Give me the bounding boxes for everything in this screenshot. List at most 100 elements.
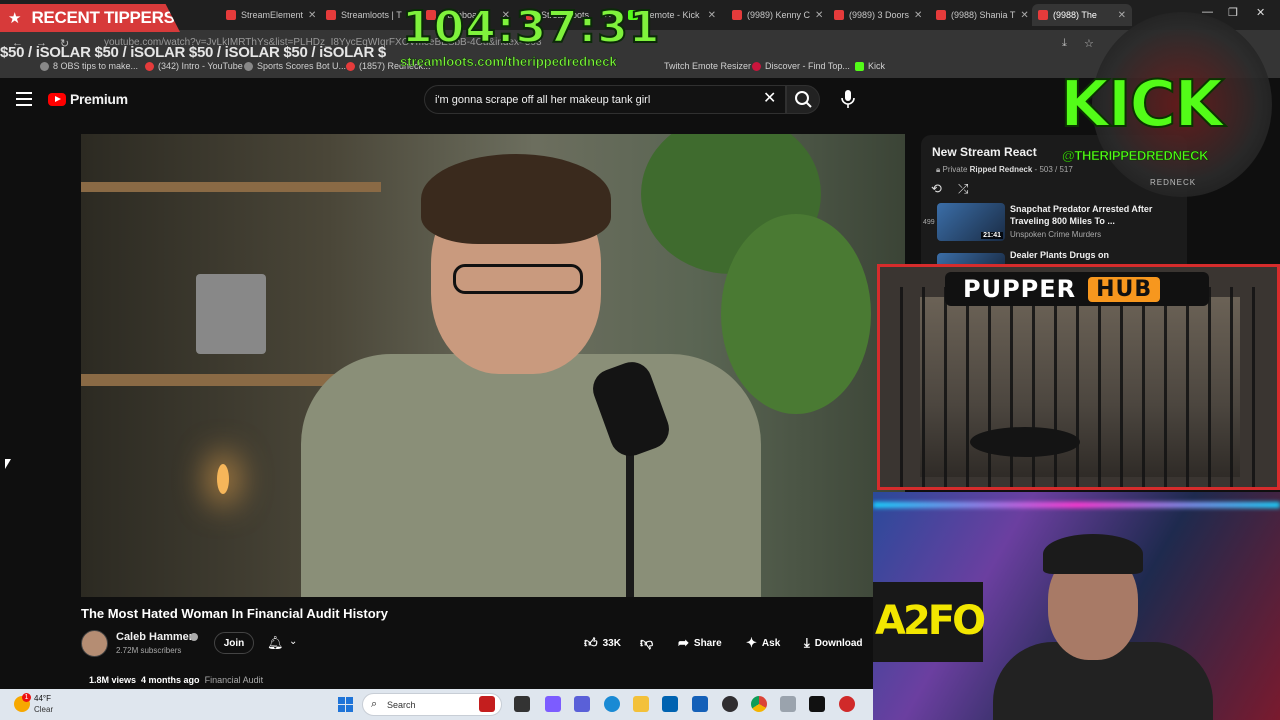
- channel-avatar[interactable]: [81, 630, 108, 657]
- chevron-down-icon[interactable]: ⌄: [289, 636, 297, 647]
- recent-tippers-label: RECENT TIPPERS: [31, 8, 175, 27]
- shelf: [81, 182, 381, 192]
- file-explorer-icon[interactable]: [633, 696, 649, 712]
- weather-condition: Clear: [34, 705, 54, 714]
- browser-tab[interactable]: StreamElement ✕: [220, 4, 318, 26]
- outlook-icon[interactable]: [692, 696, 708, 712]
- bookmark-item[interactable]: Discover - Find Top...: [752, 61, 850, 71]
- terminal-icon[interactable]: [809, 696, 825, 712]
- close-tab-icon[interactable]: ✕: [914, 10, 922, 21]
- share-button[interactable]: ➦ Share: [678, 634, 722, 652]
- hub-word: HUB: [1088, 276, 1161, 302]
- tab-favicon-icon: [1038, 10, 1048, 20]
- tab-favicon-icon: [732, 10, 742, 20]
- bookmark-label: Discover - Find Top...: [765, 61, 850, 71]
- teams-icon[interactable]: [574, 696, 590, 712]
- playlist-owner[interactable]: Ripped Redneck: [970, 165, 1033, 174]
- search-button[interactable]: [786, 85, 820, 114]
- bookmark-item[interactable]: 8 OBS tips to make...: [40, 61, 138, 71]
- ask-button[interactable]: ✦ Ask: [746, 634, 780, 652]
- browser-tab[interactable]: (9988) Shania T ✕: [930, 4, 1030, 26]
- playlist-title[interactable]: New Stream React: [932, 145, 1037, 159]
- sparkle-icon: ✦: [746, 635, 757, 650]
- task-view-icon[interactable]: [514, 696, 530, 712]
- edge-icon[interactable]: [604, 696, 620, 712]
- tab-label: (9989) 3 Doors: [849, 10, 910, 20]
- bookmark-label: (342) Intro - YouTube: [158, 61, 243, 71]
- obs-icon[interactable]: [722, 696, 738, 712]
- ask-label: Ask: [761, 637, 781, 649]
- plant-decoration: [721, 214, 871, 414]
- playlist-item-title: Dealer Plants Drugs on: [1010, 250, 1110, 260]
- loop-icon[interactable]: ⟲: [931, 181, 942, 197]
- bookmark-label: Twitch Emote Resizer: [664, 61, 752, 71]
- taskbar-app-icon[interactable]: [479, 696, 495, 712]
- bookmark-item[interactable]: Twitch Emote Resizer: [664, 61, 751, 71]
- video-tag[interactable]: Financial Audit: [205, 675, 264, 685]
- playlist-item[interactable]: 499 21:41 Snapchat Predator Arrested Aft…: [923, 203, 1183, 243]
- search-input[interactable]: [425, 86, 745, 113]
- windows-start-icon[interactable]: [338, 697, 353, 712]
- webcam-sign-text: A2FO: [875, 598, 986, 644]
- tab-label: (9988) Shania T: [951, 10, 1016, 20]
- notification-bell-icon[interactable]: 🔔︎: [267, 635, 284, 651]
- tipper-ticker: $50 / iSOLAR $50 / iSOLAR $50 / iSOLAR $…: [0, 44, 386, 61]
- kick-handle: @THERIPPEDREDNECK: [1062, 148, 1209, 164]
- store-icon[interactable]: [662, 696, 678, 712]
- video-player[interactable]: [81, 134, 905, 597]
- host-hair: [421, 154, 611, 244]
- microphone-icon: [841, 90, 855, 108]
- close-tab-icon[interactable]: ✕: [308, 10, 316, 21]
- browser-tab[interactable]: (9989) 3 Doors ✕: [828, 4, 928, 26]
- recent-tippers-banner: ★ RECENT TIPPERS: [0, 4, 180, 32]
- verified-icon: [190, 633, 198, 641]
- streamer-webcam: A2FO: [873, 492, 1280, 720]
- emblem-text: REDNECK: [1150, 178, 1197, 187]
- join-button[interactable]: Join: [214, 632, 254, 654]
- weather-badge: 1: [22, 693, 31, 702]
- shuffle-icon[interactable]: ⤮: [958, 181, 968, 197]
- tab-label: Streamloots | T: [341, 10, 402, 20]
- bookmark-item[interactable]: Sports Scores Bot U...: [244, 61, 346, 71]
- tab-favicon-icon: [326, 10, 336, 20]
- channel-name[interactable]: Caleb Hammer: [116, 631, 193, 643]
- download-button[interactable]: ⤓ Download: [804, 634, 863, 652]
- bookmark-favicon-icon: [145, 61, 154, 71]
- thumbs-up-icon: 👍︎: [584, 635, 598, 650]
- youtube-play-icon: [48, 92, 66, 106]
- bookmark-favicon-icon: [244, 61, 253, 71]
- tab-label: (9989) Kenny C: [747, 10, 811, 20]
- share-icon: ➦: [678, 635, 689, 650]
- playlist-privacy: Private: [942, 165, 968, 174]
- download-icon: ⤓: [804, 635, 810, 650]
- lamp: [217, 464, 229, 494]
- youtube-logo[interactable]: Premium: [48, 91, 128, 107]
- close-tab-icon[interactable]: ✕: [708, 10, 716, 21]
- bookmark-item[interactable]: (342) Intro - YouTube: [145, 61, 243, 71]
- dislike-button[interactable]: 👎︎: [640, 634, 653, 652]
- windows-taskbar: 1 44°F Clear ⌕ Search: [0, 689, 873, 720]
- browser-tab[interactable]: (9989) Kenny C ✕: [726, 4, 826, 26]
- host-body: [301, 354, 761, 597]
- like-button[interactable]: 👍︎ 33K: [584, 634, 621, 652]
- mouse-cursor-icon: [5, 459, 11, 469]
- taskbar-app-icon[interactable]: [839, 696, 855, 712]
- bookmark-item[interactable]: Kick: [855, 61, 885, 71]
- chrome-icon[interactable]: [751, 696, 767, 712]
- playlist-item-thumbnail: 21:41: [937, 203, 1005, 241]
- premium-label: Premium: [70, 91, 128, 107]
- weather-temp: 44°F: [34, 694, 51, 703]
- taskbar-app-icon[interactable]: [780, 696, 796, 712]
- search-icon: ⌕: [371, 698, 378, 710]
- menu-icon[interactable]: [16, 92, 32, 106]
- upload-age: 4 months ago: [141, 675, 200, 685]
- tab-label: StreamElement: [241, 10, 304, 20]
- copilot-icon[interactable]: [545, 696, 561, 712]
- kick-logo-text: KICK: [1059, 67, 1225, 143]
- play-button-award: [196, 274, 266, 354]
- close-tab-icon[interactable]: ✕: [1020, 10, 1028, 21]
- voice-search-button[interactable]: [838, 88, 858, 110]
- search-box: [424, 85, 786, 114]
- close-tab-icon[interactable]: ✕: [815, 10, 823, 21]
- clear-search-icon[interactable]: ✕: [763, 88, 776, 108]
